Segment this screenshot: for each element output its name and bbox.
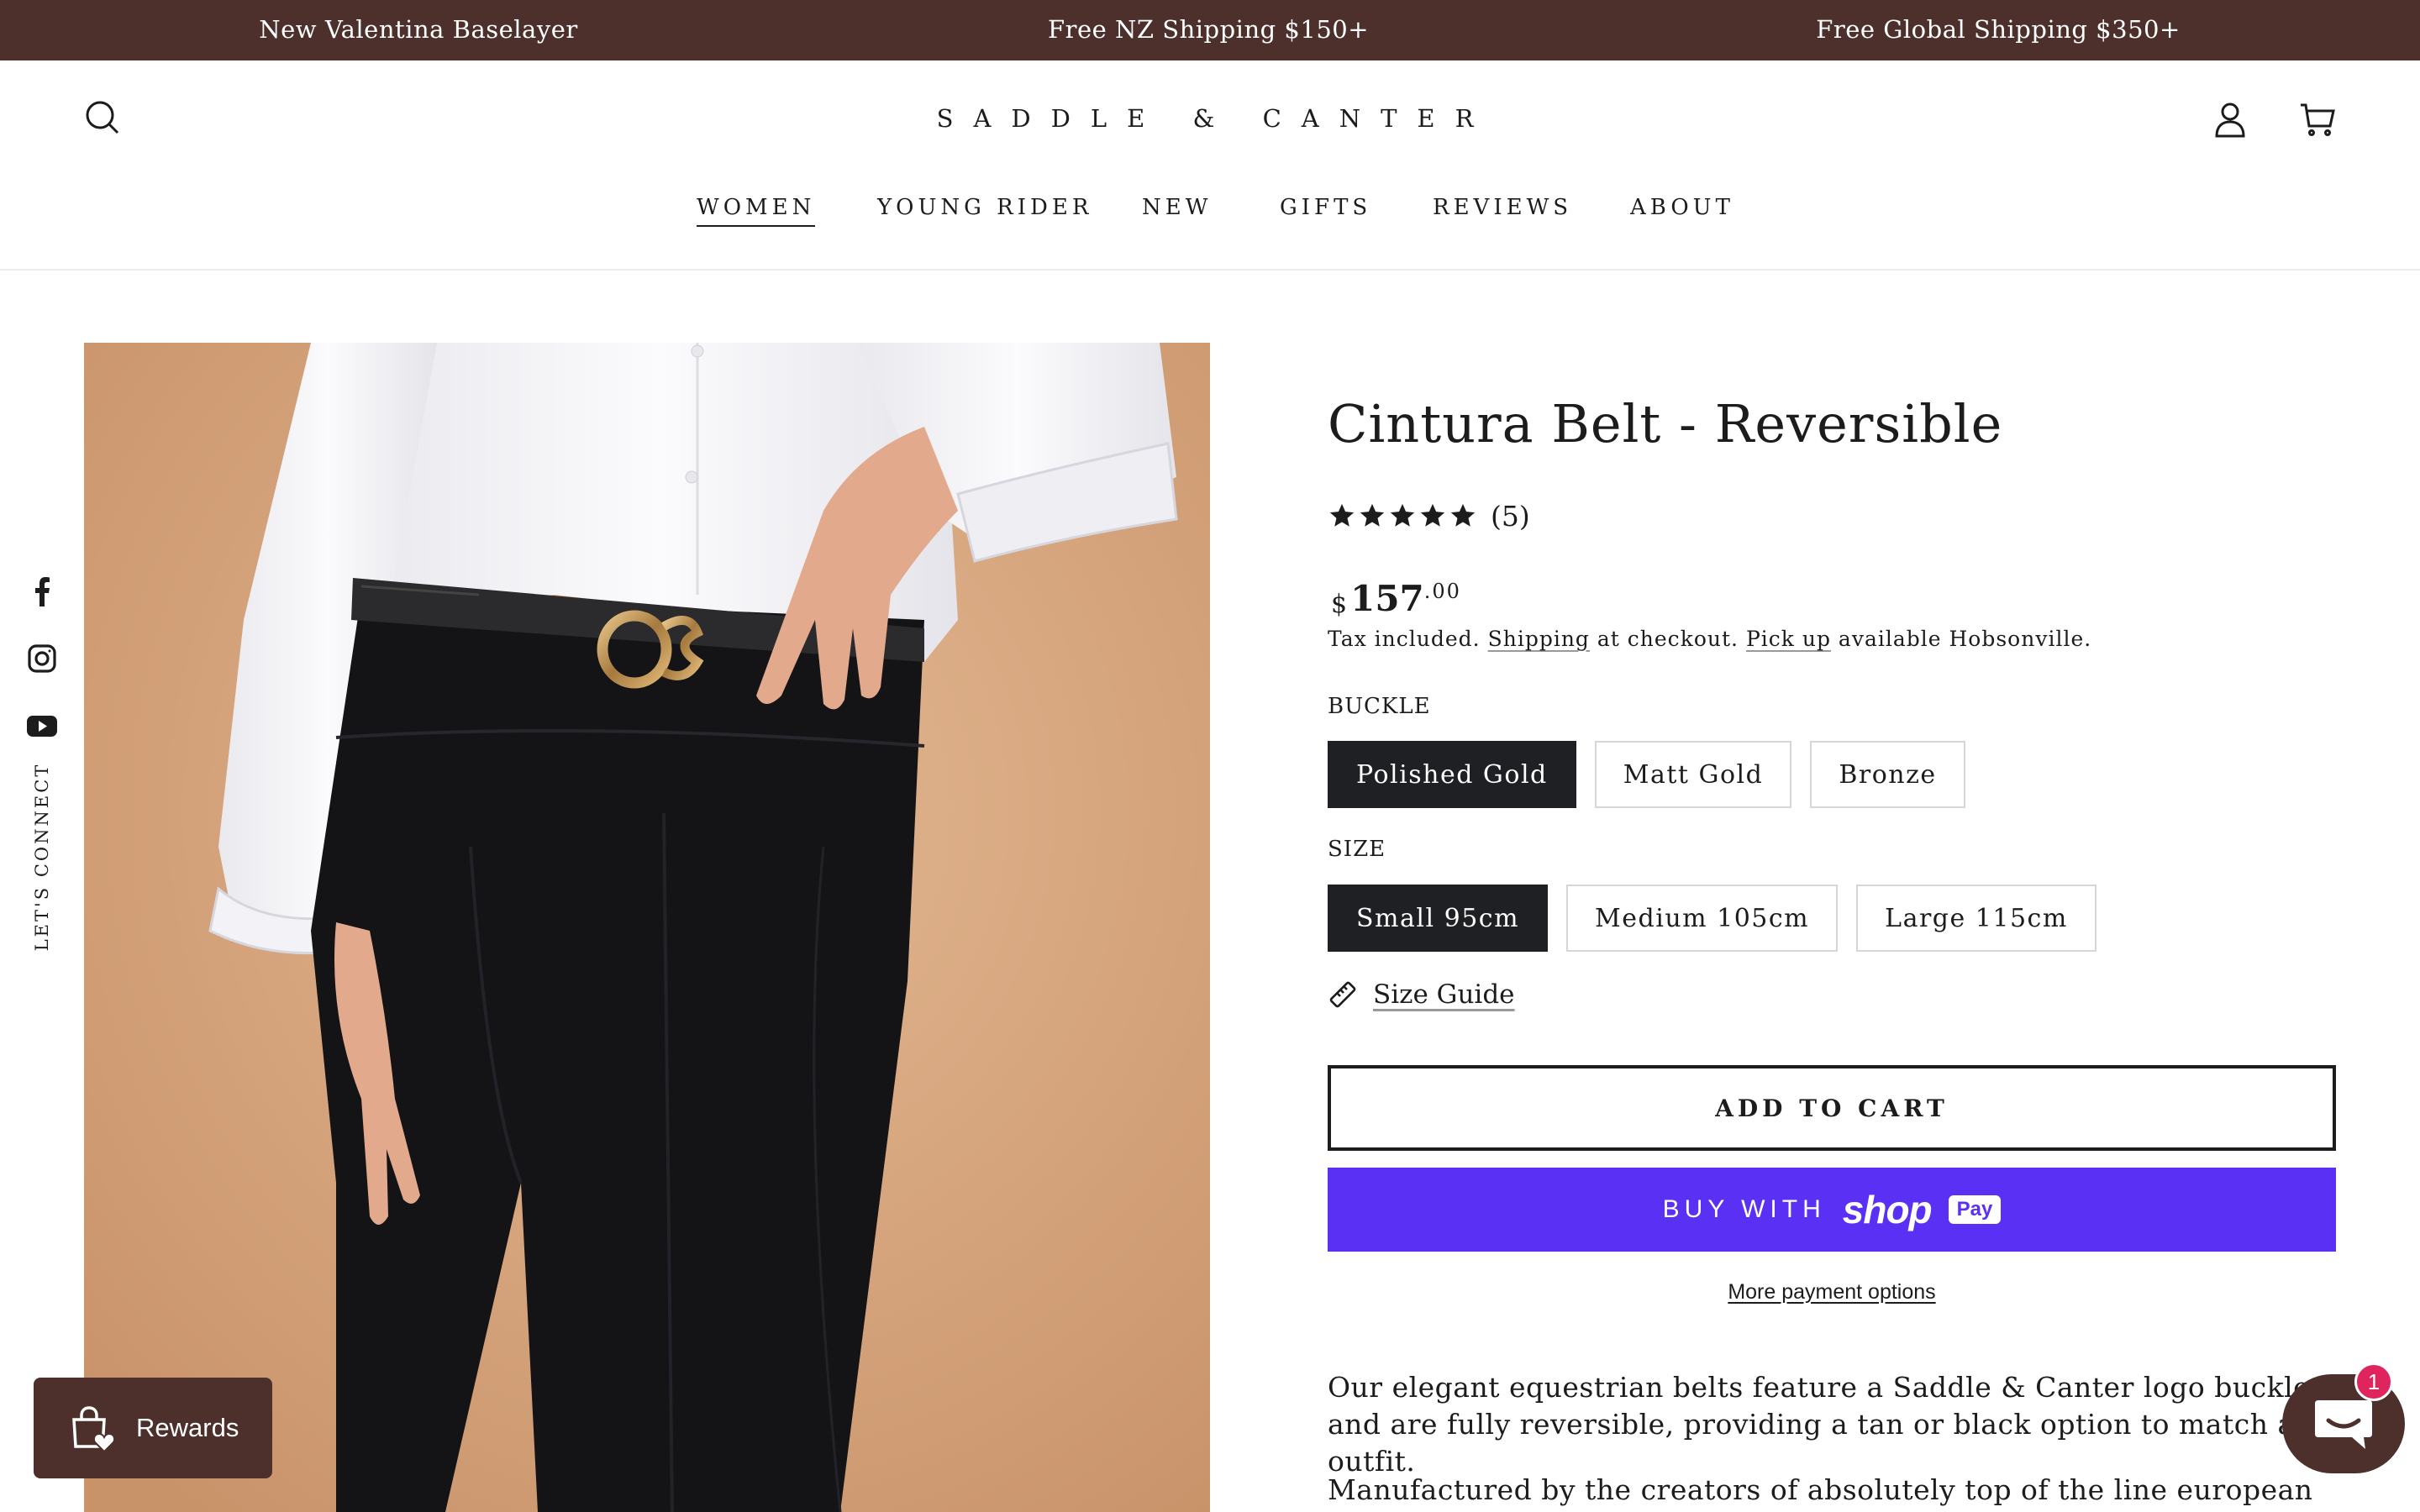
announcement-bar: New Valentina Baselayer Free NZ Shipping… — [0, 0, 2420, 60]
tax-text: available Hobsonville. — [1838, 627, 2092, 651]
tax-note: Tax included. Shipping at checkout. Pick… — [1328, 627, 2091, 651]
review-count[interactable]: (5) — [1491, 500, 1530, 533]
add-to-cart-button[interactable]: ADD TO CART — [1328, 1065, 2336, 1151]
size-option-large[interactable]: Large 115cm — [1856, 885, 2096, 952]
chat-icon — [2315, 1400, 2372, 1449]
announcement-message[interactable]: New Valentina Baselayer — [259, 0, 578, 60]
pickup-link[interactable]: Pick up — [1746, 627, 1831, 651]
price-currency: $ — [1331, 590, 1348, 619]
size-guide-link[interactable]: Size Guide — [1328, 974, 1515, 1015]
size-option-medium[interactable]: Medium 105cm — [1566, 885, 1839, 952]
shop-pay-logo: shop — [1842, 1188, 1933, 1231]
nav-item-reviews[interactable]: REVIEWS — [1433, 195, 1572, 225]
buckle-option-matt-gold[interactable]: Matt Gold — [1594, 741, 1792, 808]
user-icon[interactable] — [2210, 99, 2250, 139]
star-icon — [1360, 503, 1385, 527]
nav-item-about[interactable]: ABOUT — [1630, 195, 1734, 225]
rewards-button[interactable]: Rewards — [34, 1378, 272, 1478]
shopping-bag-heart-icon — [72, 1406, 116, 1453]
product-image[interactable] — [84, 343, 1210, 1512]
product-rating[interactable]: (5) — [1328, 497, 1530, 534]
star-icon — [1420, 503, 1445, 527]
shop-pay-buy-label: BUY WITH — [1662, 1195, 1826, 1223]
price-whole: 157 — [1350, 578, 1424, 619]
size-option-small[interactable]: Small 95cm — [1328, 885, 1549, 952]
announcement-message[interactable]: Free Global Shipping $350+ — [1816, 0, 2181, 60]
shop-pay-badge: Pay — [1948, 1195, 2002, 1224]
size-options: Small 95cm Medium 105cm Large 115cm — [1328, 885, 2096, 952]
youtube-icon[interactable] — [25, 709, 59, 743]
star-rating — [1328, 501, 1477, 530]
more-payment-options-link[interactable]: More payment options — [1728, 1280, 1935, 1305]
nav-item-gifts[interactable]: GIFTS — [1280, 195, 1371, 225]
main-nav: WOMEN YOUNG RIDER NEW GIFTS REVIEWS ABOU… — [0, 195, 2420, 245]
instagram-icon[interactable] — [25, 642, 59, 675]
shipping-link[interactable]: Shipping — [1488, 627, 1590, 651]
buckle-option-bronze[interactable]: Bronze — [1810, 741, 1965, 808]
nav-item-women[interactable]: WOMEN — [697, 195, 816, 227]
rewards-label: Rewards — [136, 1413, 239, 1442]
star-icon — [1329, 503, 1355, 527]
buckle-label: BUCKLE — [1328, 694, 1431, 719]
tax-text: Tax included. — [1328, 627, 1481, 651]
site-logo[interactable]: SADDLE & CANTER — [937, 104, 1494, 133]
product-description: Our elegant equestrian belts feature a S… — [1328, 1371, 2329, 1478]
buckle-options: Polished Gold Matt Gold Bronze — [1328, 741, 1965, 808]
star-icon — [1390, 503, 1415, 527]
product-title: Cintura Belt - Reversible — [1328, 393, 2003, 454]
tax-text: at checkout. — [1597, 627, 1739, 651]
chat-notification-badge: 1 — [2354, 1362, 2393, 1401]
ruler-icon — [1329, 981, 1356, 1008]
size-label: SIZE — [1328, 837, 1386, 862]
announcement-message[interactable]: Free NZ Shipping $150+ — [1048, 0, 1369, 60]
buckle-option-polished-gold[interactable]: Polished Gold — [1328, 741, 1576, 808]
site-header: SADDLE & CANTER WOMEN YOUNG RIDER NEW GI… — [0, 60, 2420, 270]
size-guide-label[interactable]: Size Guide — [1373, 979, 1515, 1010]
price-cents: .00 — [1423, 580, 1461, 603]
facebook-icon[interactable] — [25, 575, 59, 608]
nav-item-young-rider[interactable]: YOUNG RIDER — [877, 195, 1092, 225]
lets-connect-label: LET'S CONNECT — [32, 762, 52, 952]
cart-icon[interactable] — [2297, 99, 2338, 139]
shop-pay-button[interactable]: BUY WITH shop Pay — [1328, 1168, 2336, 1252]
nav-item-new[interactable]: NEW — [1142, 195, 1212, 225]
star-icon — [1450, 503, 1476, 527]
search-icon[interactable] — [82, 97, 123, 138]
product-price: $157.00 — [1331, 578, 1461, 619]
product-description: Manufactured by the creators of absolute… — [1328, 1473, 2313, 1512]
